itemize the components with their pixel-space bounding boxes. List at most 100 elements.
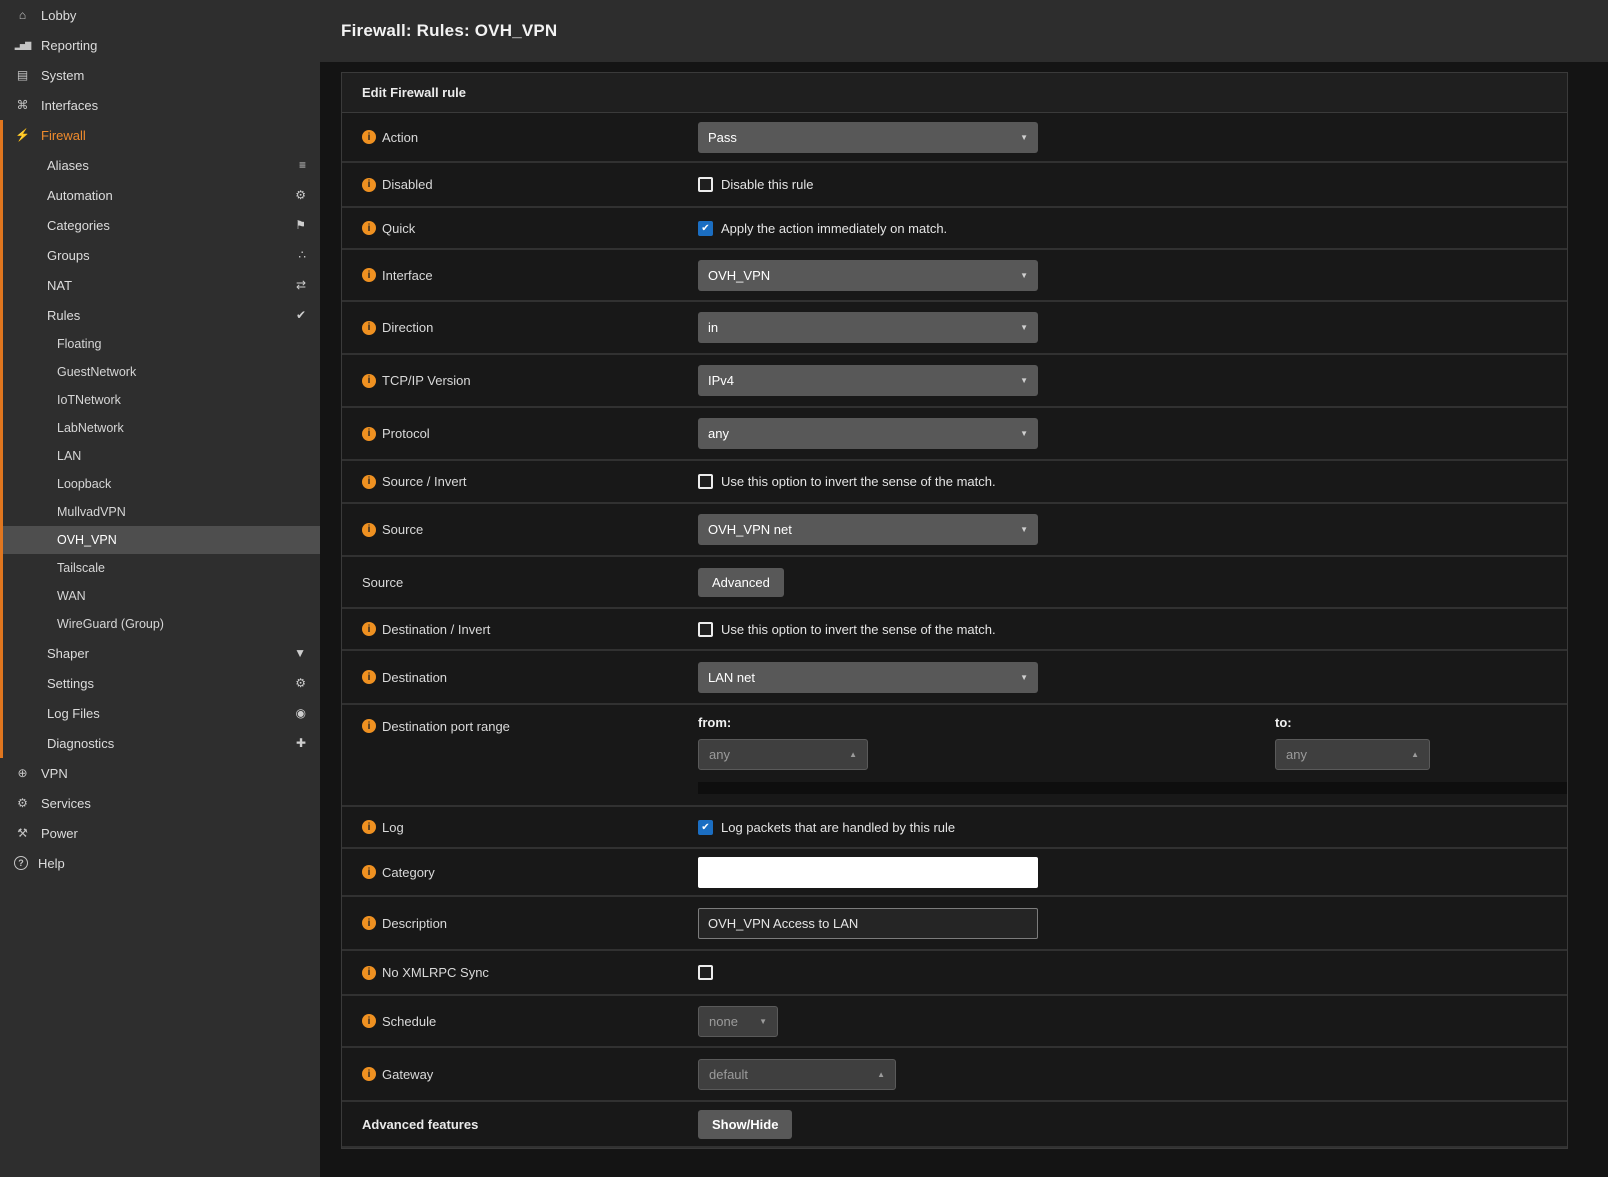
info-icon[interactable]: i	[362, 670, 376, 684]
action-select[interactable]: Pass ▼	[698, 122, 1038, 153]
sidebar-item-loopback[interactable]: Loopback	[3, 470, 320, 498]
sidebar-item-interfaces[interactable]: ⌘ Interfaces	[0, 90, 320, 120]
info-icon[interactable]: i	[362, 427, 376, 441]
info-icon[interactable]: i	[362, 966, 376, 980]
page-header: Firewall: Rules: OVH_VPN	[320, 0, 1608, 62]
quick-checkbox[interactable]: ✔	[698, 221, 713, 236]
sidebar-item-shaper[interactable]: Shaper ▼	[3, 638, 320, 668]
row-category: i Category	[342, 849, 1567, 897]
sidebar-item-label: Services	[41, 796, 91, 811]
sidebar-item-mullvadvpn[interactable]: MullvadVPN	[3, 498, 320, 526]
sidebar-item-settings[interactable]: Settings ⚙	[3, 668, 320, 698]
info-icon[interactable]: i	[362, 820, 376, 834]
panel-title: Edit Firewall rule	[342, 73, 1567, 113]
sidebar-item-wireguard-group[interactable]: WireGuard (Group)	[3, 610, 320, 638]
power-icon: ⚒	[14, 826, 31, 840]
sidebar-item-reporting[interactable]: ▂▅▇ Reporting	[0, 30, 320, 60]
source-invert-checkbox[interactable]	[698, 474, 713, 489]
info-icon[interactable]: i	[362, 475, 376, 489]
sidebar-item-label: IoTNetwork	[57, 393, 121, 407]
disabled-checkbox[interactable]	[698, 177, 713, 192]
sidebar-item-lobby[interactable]: ⌂ Lobby	[0, 0, 320, 30]
sidebar-item-label: Shaper	[47, 646, 294, 661]
field-label: Advanced features	[362, 1117, 478, 1132]
chevron-up-icon: ▲	[1411, 750, 1419, 759]
row-advanced-features: Advanced features Show/Hide	[342, 1102, 1567, 1148]
protocol-select[interactable]: any ▼	[698, 418, 1038, 449]
info-icon[interactable]: i	[362, 865, 376, 879]
info-icon[interactable]: i	[362, 523, 376, 537]
sidebar-item-label: Automation	[47, 188, 295, 203]
info-icon[interactable]: i	[362, 321, 376, 335]
port-to-select[interactable]: any ▲	[1275, 739, 1430, 770]
sidebar-item-lan[interactable]: LAN	[3, 442, 320, 470]
schedule-select[interactable]: none ▼	[698, 1006, 778, 1037]
field-label: Destination / Invert	[382, 622, 490, 637]
info-icon[interactable]: i	[362, 1067, 376, 1081]
sidebar-item-floating[interactable]: Floating	[3, 330, 320, 358]
chevron-up-icon: ▲	[877, 1070, 885, 1079]
port-from-select[interactable]: any ▲	[698, 739, 868, 770]
advanced-features-toggle-button[interactable]: Show/Hide	[698, 1110, 792, 1139]
sidebar-item-tailscale[interactable]: Tailscale	[3, 554, 320, 582]
sidebar-item-ovh-vpn[interactable]: OVH_VPN	[3, 526, 320, 554]
tcpip-version-select[interactable]: IPv4 ▼	[698, 365, 1038, 396]
sidebar-item-system[interactable]: ▤ System	[0, 60, 320, 90]
row-destination-invert: i Destination / Invert Use this option t…	[342, 609, 1567, 651]
sidebar-item-wan[interactable]: WAN	[3, 582, 320, 610]
select-value: default	[709, 1067, 869, 1082]
sidebar-item-label: WAN	[57, 589, 86, 603]
sidebar-item-label: Tailscale	[57, 561, 105, 575]
info-icon[interactable]: i	[362, 719, 376, 733]
chevron-down-icon: ▼	[1020, 429, 1028, 438]
main-area: Firewall: Rules: OVH_VPN Edit Firewall r…	[320, 0, 1608, 1177]
checkbox-label: Disable this rule	[721, 177, 814, 192]
info-icon[interactable]: i	[362, 1014, 376, 1028]
direction-select[interactable]: in ▼	[698, 312, 1038, 343]
sidebar-item-power[interactable]: ⚒ Power	[0, 818, 320, 848]
row-disabled: i Disabled Disable this rule	[342, 163, 1567, 208]
sidebar-item-iotnetwork[interactable]: IoTNetwork	[3, 386, 320, 414]
sidebar-item-categories[interactable]: Categories ⚑	[3, 210, 320, 240]
select-value: any	[709, 747, 841, 762]
category-input[interactable]	[698, 857, 1038, 888]
sidebar-item-labnetwork[interactable]: LabNetwork	[3, 414, 320, 442]
sidebar-item-nat[interactable]: NAT ⇄	[3, 270, 320, 300]
sidebar-item-rules[interactable]: Rules ✔	[3, 300, 320, 330]
info-icon[interactable]: i	[362, 268, 376, 282]
interfaces-icon: ⌘	[14, 98, 31, 112]
destination-invert-checkbox[interactable]	[698, 622, 713, 637]
sidebar-item-label: Categories	[47, 218, 295, 233]
row-action: i Action Pass ▼	[342, 113, 1567, 163]
sidebar-item-groups[interactable]: Groups ∴	[3, 240, 320, 270]
row-description: i Description	[342, 897, 1567, 951]
log-checkbox[interactable]: ✔	[698, 820, 713, 835]
source-select[interactable]: OVH_VPN net ▼	[698, 514, 1038, 545]
interface-select[interactable]: OVH_VPN ▼	[698, 260, 1038, 291]
sidebar-item-aliases[interactable]: Aliases ≡	[3, 150, 320, 180]
info-icon[interactable]: i	[362, 374, 376, 388]
info-icon[interactable]: i	[362, 622, 376, 636]
info-icon[interactable]: i	[362, 178, 376, 192]
info-icon[interactable]: i	[362, 130, 376, 144]
sidebar-item-guestnetwork[interactable]: GuestNetwork	[3, 358, 320, 386]
sidebar-item-log-files[interactable]: Log Files ◉	[3, 698, 320, 728]
info-icon[interactable]: i	[362, 916, 376, 930]
sidebar-item-diagnostics[interactable]: Diagnostics ✚	[3, 728, 320, 758]
sidebar-item-vpn[interactable]: ⊕ VPN	[0, 758, 320, 788]
select-value: Pass	[708, 130, 1012, 145]
sidebar-item-firewall[interactable]: ⚡ Firewall	[3, 120, 320, 150]
description-input[interactable]	[698, 908, 1038, 939]
sidebar-item-label: Interfaces	[41, 98, 98, 113]
sidebar-item-label: Firewall	[41, 128, 86, 143]
gateway-select[interactable]: default ▲	[698, 1059, 896, 1090]
xmlrpc-sync-checkbox[interactable]	[698, 965, 713, 980]
destination-select[interactable]: LAN net ▼	[698, 662, 1038, 693]
select-value: OVH_VPN	[708, 268, 1012, 283]
info-icon[interactable]: i	[362, 221, 376, 235]
sidebar-item-help[interactable]: ? Help	[0, 848, 320, 878]
sidebar-item-automation[interactable]: Automation ⚙	[3, 180, 320, 210]
sidebar-item-services[interactable]: ⚙ Services	[0, 788, 320, 818]
select-value: any	[1286, 747, 1403, 762]
source-advanced-button[interactable]: Advanced	[698, 568, 784, 597]
